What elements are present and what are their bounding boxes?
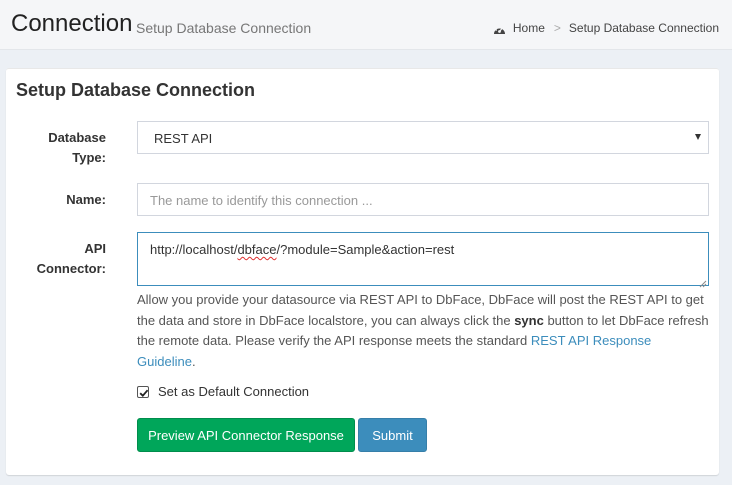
page-title: Connection (11, 10, 133, 37)
breadcrumb-current: Setup Database Connection (568, 21, 719, 35)
form-title: Setup Database Connection (16, 80, 256, 100)
caret-down-icon (695, 134, 701, 140)
help-text-after: . (191, 353, 196, 369)
database-type-label: Database Type: (6, 128, 106, 168)
preview-api-response-button[interactable]: Preview API Connector Response (137, 418, 355, 452)
help-bold-sync: sync (514, 312, 544, 328)
breadcrumb-home-link[interactable]: Home (493, 20, 545, 36)
name-label: Name: (66, 192, 106, 207)
default-connection-checkbox[interactable] (137, 386, 149, 398)
breadcrumb-home-label: Home (512, 21, 545, 35)
connection-form-box: Setup Database Connection Database Type:… (6, 68, 719, 475)
database-type-select[interactable]: REST API (137, 121, 709, 154)
default-connection-label: Set as Default Connection (158, 384, 310, 399)
checkmark-icon (139, 389, 149, 398)
api-connector-label: API Connector: (6, 239, 106, 279)
api-url-part3: /?module=Sample&action=rest (276, 242, 455, 257)
breadcrumb: Home > Setup Database Connection (493, 20, 719, 36)
submit-button[interactable]: Submit (358, 418, 427, 452)
database-type-value: REST API (154, 131, 213, 146)
database-type-label-line2: Type: (72, 150, 106, 165)
api-connector-textarea[interactable]: http://localhost/dbface/?module=Sample&a… (137, 232, 709, 288)
name-input[interactable]: The name to identify this connection ... (137, 183, 709, 216)
dashboard-icon (493, 23, 506, 34)
api-connector-label-line1: API (84, 241, 106, 256)
page-subtitle: Setup Database Connection (136, 20, 312, 36)
name-placeholder: The name to identify this connection ... (150, 193, 373, 208)
default-connection-option[interactable]: Set as Default Connection (137, 384, 309, 400)
api-help-text: Allow you provide your datasource via RE… (137, 290, 712, 372)
database-type-label-line1: Database (48, 130, 106, 145)
resize-grip-icon[interactable] (699, 276, 707, 288)
content-header: Connection Setup Database Connection Hom… (0, 0, 732, 50)
api-connector-label-line2: Connector: (36, 261, 106, 276)
api-url-part1: http://localhost/ (150, 242, 238, 257)
api-url-part2: dbface (237, 242, 277, 257)
breadcrumb-separator: > (553, 21, 561, 35)
